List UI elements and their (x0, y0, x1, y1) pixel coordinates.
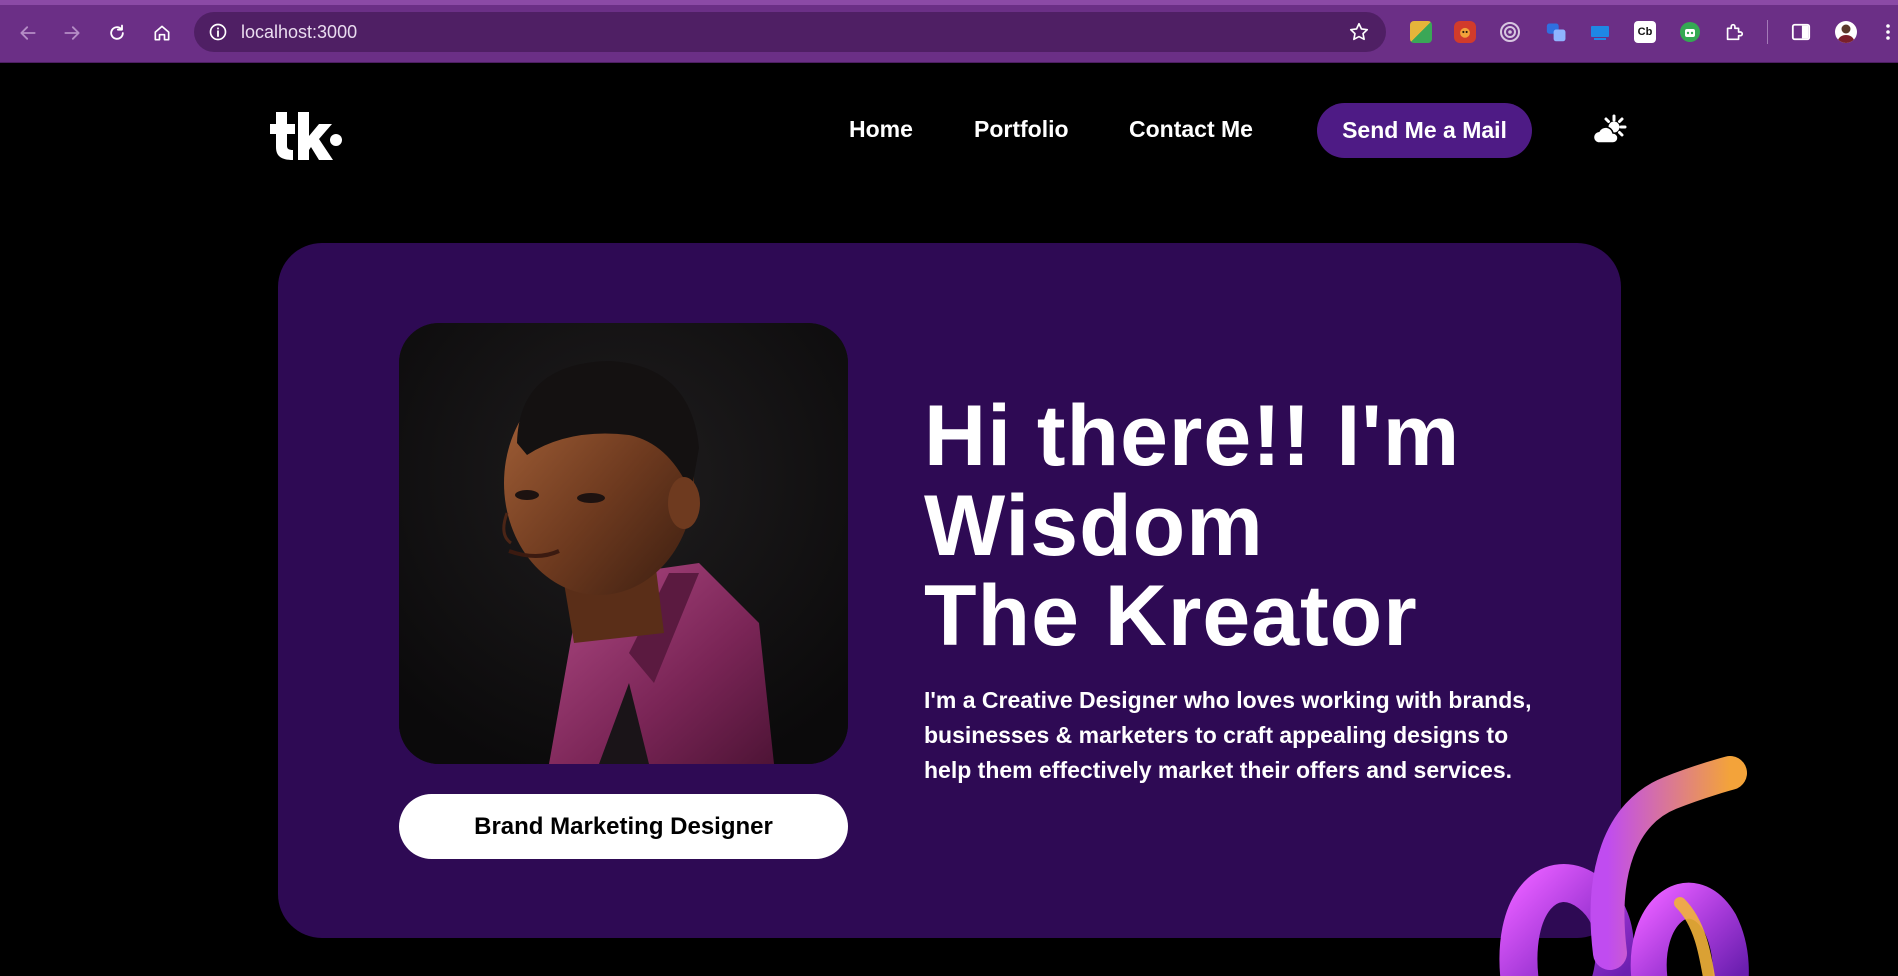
target-extension-icon[interactable] (1499, 21, 1521, 43)
site-logo[interactable] (268, 108, 344, 160)
nav-contact-link[interactable]: Contact Me (1129, 116, 1253, 143)
cb-extension-icon[interactable]: Cb (1634, 21, 1656, 43)
nav-portfolio-link[interactable]: Portfolio (974, 116, 1069, 143)
hero-card: Brand Marketing Designer Hi there!! I'm … (278, 243, 1621, 938)
reload-icon (110, 24, 124, 40)
headline-line-2: Wisdom (924, 478, 1264, 574)
screen-extension-icon[interactable] (1589, 21, 1611, 43)
arrow-right-icon (64, 26, 80, 40)
forward-button[interactable] (57, 18, 87, 48)
send-mail-button[interactable]: Send Me a Mail (1317, 103, 1532, 158)
side-panel-icon[interactable] (1790, 21, 1812, 43)
browser-menu-icon[interactable] (1883, 21, 1893, 43)
green-robot-extension-icon[interactable] (1679, 21, 1701, 43)
reload-button[interactable] (102, 18, 132, 48)
portrait-image (399, 323, 848, 764)
url-text[interactable]: localhost:3000 (241, 22, 357, 43)
puzzle-color-extension-icon[interactable] (1410, 21, 1432, 43)
profile-portrait (399, 323, 848, 764)
tk-logo-icon (270, 112, 342, 160)
decorative-squiggle (1499, 756, 1749, 976)
extensions-puzzle-icon[interactable] (1723, 21, 1745, 43)
theme-toggle-icon[interactable] (1592, 113, 1628, 149)
bookmark-star-icon[interactable] (1348, 21, 1370, 43)
back-button[interactable] (13, 18, 43, 48)
page: Home Portfolio Contact Me Send Me a Mail (0, 63, 1898, 976)
red-bug-extension-icon[interactable] (1454, 21, 1476, 43)
address-bar[interactable]: localhost:3000 (194, 12, 1386, 52)
tab-strip-edge (0, 0, 1898, 5)
blue-pen-extension-icon[interactable] (1546, 21, 1568, 43)
profile-avatar-icon[interactable] (1835, 21, 1857, 43)
home-icon (154, 25, 170, 41)
toolbar-divider (1767, 20, 1768, 44)
site-info-icon[interactable] (208, 22, 228, 42)
headline-line-3: The Kreator (924, 568, 1418, 664)
headline-line-1: Hi there!! I'm (924, 388, 1461, 484)
arrow-left-icon (20, 26, 36, 40)
nav-home-link[interactable]: Home (849, 116, 913, 143)
hero-bio: I'm a Creative Designer who loves workin… (924, 687, 1532, 783)
role-badge[interactable]: Brand Marketing Designer (399, 794, 848, 859)
hero-headline: Hi there!! I'm Wisdom The Kreator (924, 391, 1564, 661)
home-button[interactable] (147, 18, 177, 48)
browser-toolbar: localhost:3000 Cb (0, 0, 1898, 63)
